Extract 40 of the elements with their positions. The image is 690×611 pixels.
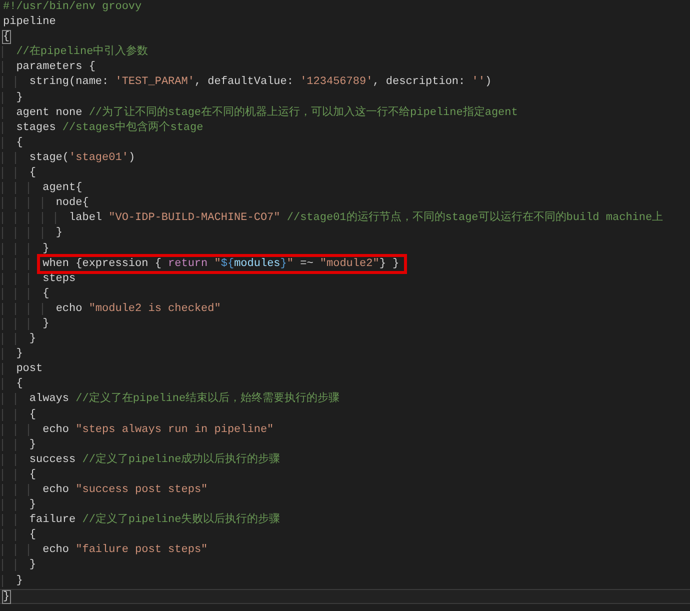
code-line: }: [3, 438, 36, 453]
code-line: }: [3, 498, 36, 514]
code-line: }: [3, 558, 36, 574]
code-line: }: [3, 242, 50, 257]
code-line: steps: [3, 272, 76, 287]
code-line: label "VO-IDP-BUILD-MACHINE-CO7" //stage01的运行节点，不同的stage可以运行在不同的build machine上: [3, 211, 664, 226]
code-line: {: [3, 528, 36, 544]
code-line: when {expression { return "${modules}" =~ "module2"} }: [3, 256, 400, 272]
code-line: {: [3, 377, 23, 392]
code-line: agent none //为了让不同的stage在不同的机器上运行，可以加入这一行不给pipeline指定agent: [3, 106, 518, 121]
code-line: {: [3, 468, 36, 483]
code-line: parameters {: [3, 60, 96, 76]
code-line: echo "success post steps": [3, 483, 208, 498]
code-line: }: [3, 226, 62, 242]
code-line: echo "failure post steps": [3, 543, 208, 558]
code-line: }: [3, 347, 23, 362]
code-line: }: [3, 316, 50, 332]
code-line: echo "module2 is checked": [3, 302, 221, 317]
code-line: {: [3, 408, 36, 423]
code-line: agent{: [3, 181, 82, 196]
code-line: //在pipeline中引入参数: [3, 45, 148, 60]
code-line: }: [3, 332, 36, 348]
code-line: {: [3, 166, 36, 182]
code-line: #!/usr/bin/env groovy: [3, 0, 142, 15]
code-line: pipeline: [3, 15, 56, 30]
code-line: stages //stages中包含两个stage: [3, 120, 204, 136]
code-line: {: [3, 30, 10, 46]
code-line: }: [3, 574, 23, 589]
code-line: failure //定义了pipeline失败以后执行的步骤: [3, 513, 280, 528]
code-line: {: [3, 286, 50, 302]
code-line: always //定义了在pipeline结束以后，始终需要执行的步骤: [3, 392, 340, 408]
code-line: stage('stage01'): [3, 150, 136, 166]
code-line: }: [3, 590, 10, 603]
code-line: node{: [3, 196, 89, 212]
code-line: {: [3, 136, 23, 151]
code-line: string(name: 'TEST_PARAM', defaultValue: '123456789', description: ''): [3, 75, 492, 91]
code-line: success //定义了pipeline成功以后执行的步骤: [3, 452, 280, 468]
code-line: post: [3, 362, 43, 378]
code-line: }: [3, 90, 23, 106]
code-line: echo "steps always run in pipeline": [3, 422, 274, 438]
